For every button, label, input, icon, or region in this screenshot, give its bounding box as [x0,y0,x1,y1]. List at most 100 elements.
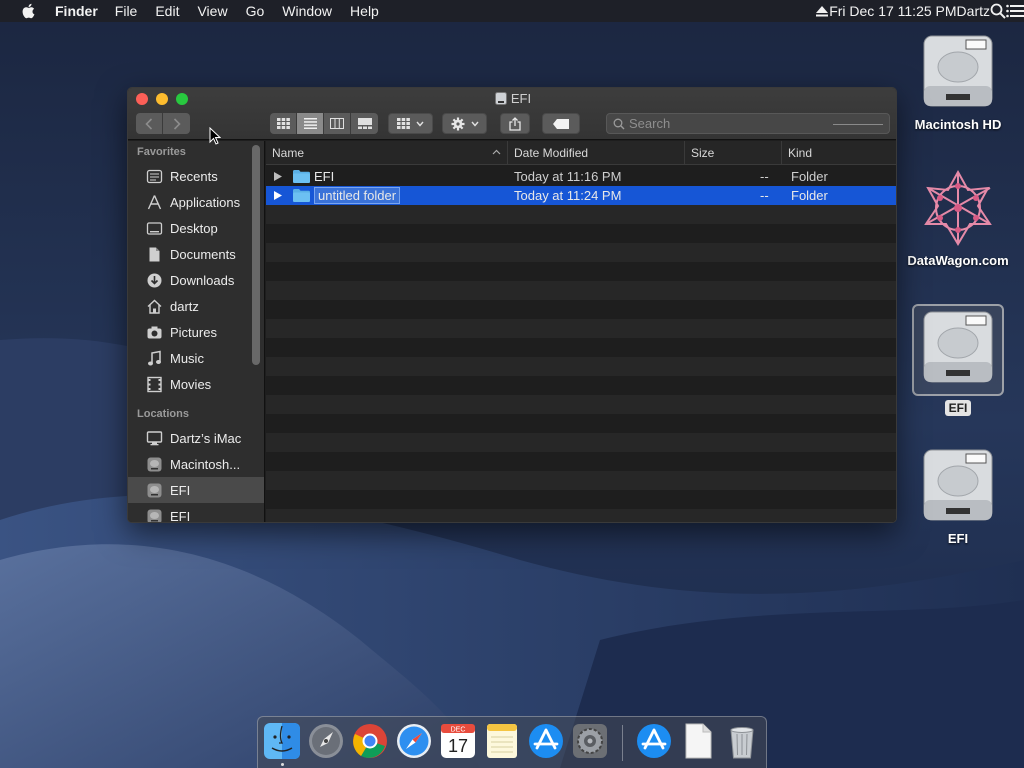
disclosure-triangle-icon[interactable] [274,172,282,181]
sidebar-item-efi-selected[interactable]: EFI [128,477,264,503]
document-icon[interactable] [679,722,717,760]
forward-button[interactable] [163,113,190,134]
desktop-icon-efi-selected[interactable]: EFI [903,304,1013,416]
desktop-icon-label: DataWagon.com [907,253,1009,268]
search-input[interactable] [629,116,829,131]
notification-center-icon[interactable] [1006,4,1024,18]
menu-clock[interactable]: Fri Dec 17 11:25 PM [829,3,956,19]
hard-drive-icon [923,311,993,383]
menu-go[interactable]: Go [246,3,265,19]
app-store-icon[interactable] [527,722,565,760]
sidebar-item-downloads[interactable]: Downloads [128,267,264,293]
file-name: EFI [314,169,335,184]
menu-window[interactable]: Window [282,3,332,19]
column-view-button[interactable] [324,113,351,134]
launchpad-icon[interactable] [307,722,345,760]
sidebar-item-dartz[interactable]: dartz [128,293,264,319]
menu-user[interactable]: Dartz [957,3,990,19]
app-store-download-icon[interactable] [635,722,673,760]
notes-icon[interactable] [483,722,521,760]
column-date-modified[interactable]: Date Modified [508,141,685,165]
hard-drive-icon [923,35,993,107]
column-size[interactable]: Size [685,141,782,165]
calendar-day: 17 [448,736,468,756]
menu-help[interactable]: Help [350,3,379,19]
sidebar-header-favorites: Favorites [137,146,186,158]
column-header: Name Date Modified Size Kind [266,141,896,165]
grid-view-icon [276,118,290,129]
sidebar-item-label: Macintosh... [170,456,241,472]
column-name[interactable]: Name [266,141,508,165]
documents-icon [149,247,160,261]
eject-icon[interactable] [815,4,829,18]
sidebar-item-label: Documents [170,246,236,262]
sidebar-item-pictures[interactable]: Pictures [128,319,264,345]
disclosure-triangle-icon[interactable] [274,191,282,200]
empty-row [266,300,896,319]
sidebar-item-efi[interactable]: EFI [128,503,264,522]
sidebar-scrollbar[interactable] [252,145,260,365]
sidebar-item-documents[interactable]: Documents [128,241,264,267]
file-size: -- [760,169,769,184]
system-preferences-icon[interactable] [571,722,609,760]
menu-app-name[interactable]: Finder [55,3,98,19]
sidebar-item-recents[interactable]: Recents [128,163,264,189]
table-row[interactable]: EFI Today at 11:16 PM -- Folder [266,167,896,186]
sidebar-item-label: Applications [170,194,241,210]
calendar-month: DEC [451,727,466,734]
apple-menu-icon[interactable] [19,1,39,21]
icon-view-button[interactable] [270,113,297,134]
sidebar-item-macintosh[interactable]: Macintosh... [128,451,264,477]
menu-edit[interactable]: Edit [155,3,179,19]
empty-row [266,243,896,262]
sidebar-item-music[interactable]: Music [128,345,264,371]
desktop-folder-icon [146,221,163,235]
desktop-icon-datawagon[interactable]: DataWagon.com [903,168,1013,269]
menu-bar: Finder File Edit View Go Window Help Fri… [0,0,1024,22]
sidebar-item-imac[interactable]: Dartz’s iMac [128,425,264,451]
tags-button[interactable] [542,113,580,134]
finder-icon[interactable] [263,722,301,760]
music-note-icon [148,350,161,365]
calendar-icon[interactable]: DEC 17 [439,722,477,760]
empty-row [266,509,896,522]
column-kind[interactable]: Kind [782,141,896,165]
chrome-icon[interactable] [351,722,389,760]
sidebar-item-label: Pictures [170,324,217,340]
empty-row [266,395,896,414]
desktop-icon-label: EFI [944,400,972,416]
action-button[interactable] [442,113,487,134]
file-name-edit-field[interactable]: untitled folder [314,187,401,204]
menu-file[interactable]: File [115,3,138,19]
search-icon [613,118,625,129]
disk-icon [147,509,162,522]
table-row-selected[interactable]: untitled folder Today at 11:24 PM -- Fol… [266,186,896,205]
share-button[interactable] [500,113,530,134]
safari-icon[interactable] [395,722,433,760]
dock: DEC 17 [257,716,767,768]
file-list: Name Date Modified Size Kind EFI Today a… [266,141,896,522]
group-grid-icon [397,118,410,129]
trash-icon[interactable] [723,722,761,760]
desktop-icon-macintosh-hd[interactable]: Macintosh HD [903,32,1013,133]
sidebar-item-movies[interactable]: Movies [128,371,264,397]
empty-row [266,262,896,281]
menu-view[interactable]: View [197,3,227,19]
file-size: -- [760,188,769,203]
back-button[interactable] [136,113,163,134]
mouse-cursor-icon [209,127,221,145]
gallery-view-button[interactable] [351,113,378,134]
sidebar-item-applications[interactable]: Applications [128,189,264,215]
file-name[interactable]: untitled folder [314,187,401,204]
group-button[interactable] [388,113,433,134]
downloads-icon [147,273,162,287]
finder-window: EFI Search Favorites Recents Application… [127,87,897,523]
list-view-button[interactable] [297,113,324,134]
sidebar-item-label: Desktop [170,220,218,236]
file-kind: Folder [791,188,828,203]
desktop-icon-efi[interactable]: EFI [903,446,1013,547]
spotlight-search-icon[interactable] [990,3,1006,19]
search-field[interactable] [606,113,890,134]
sidebar-item-desktop[interactable]: Desktop [128,215,264,241]
sidebar-item-label: dartz [170,298,199,314]
